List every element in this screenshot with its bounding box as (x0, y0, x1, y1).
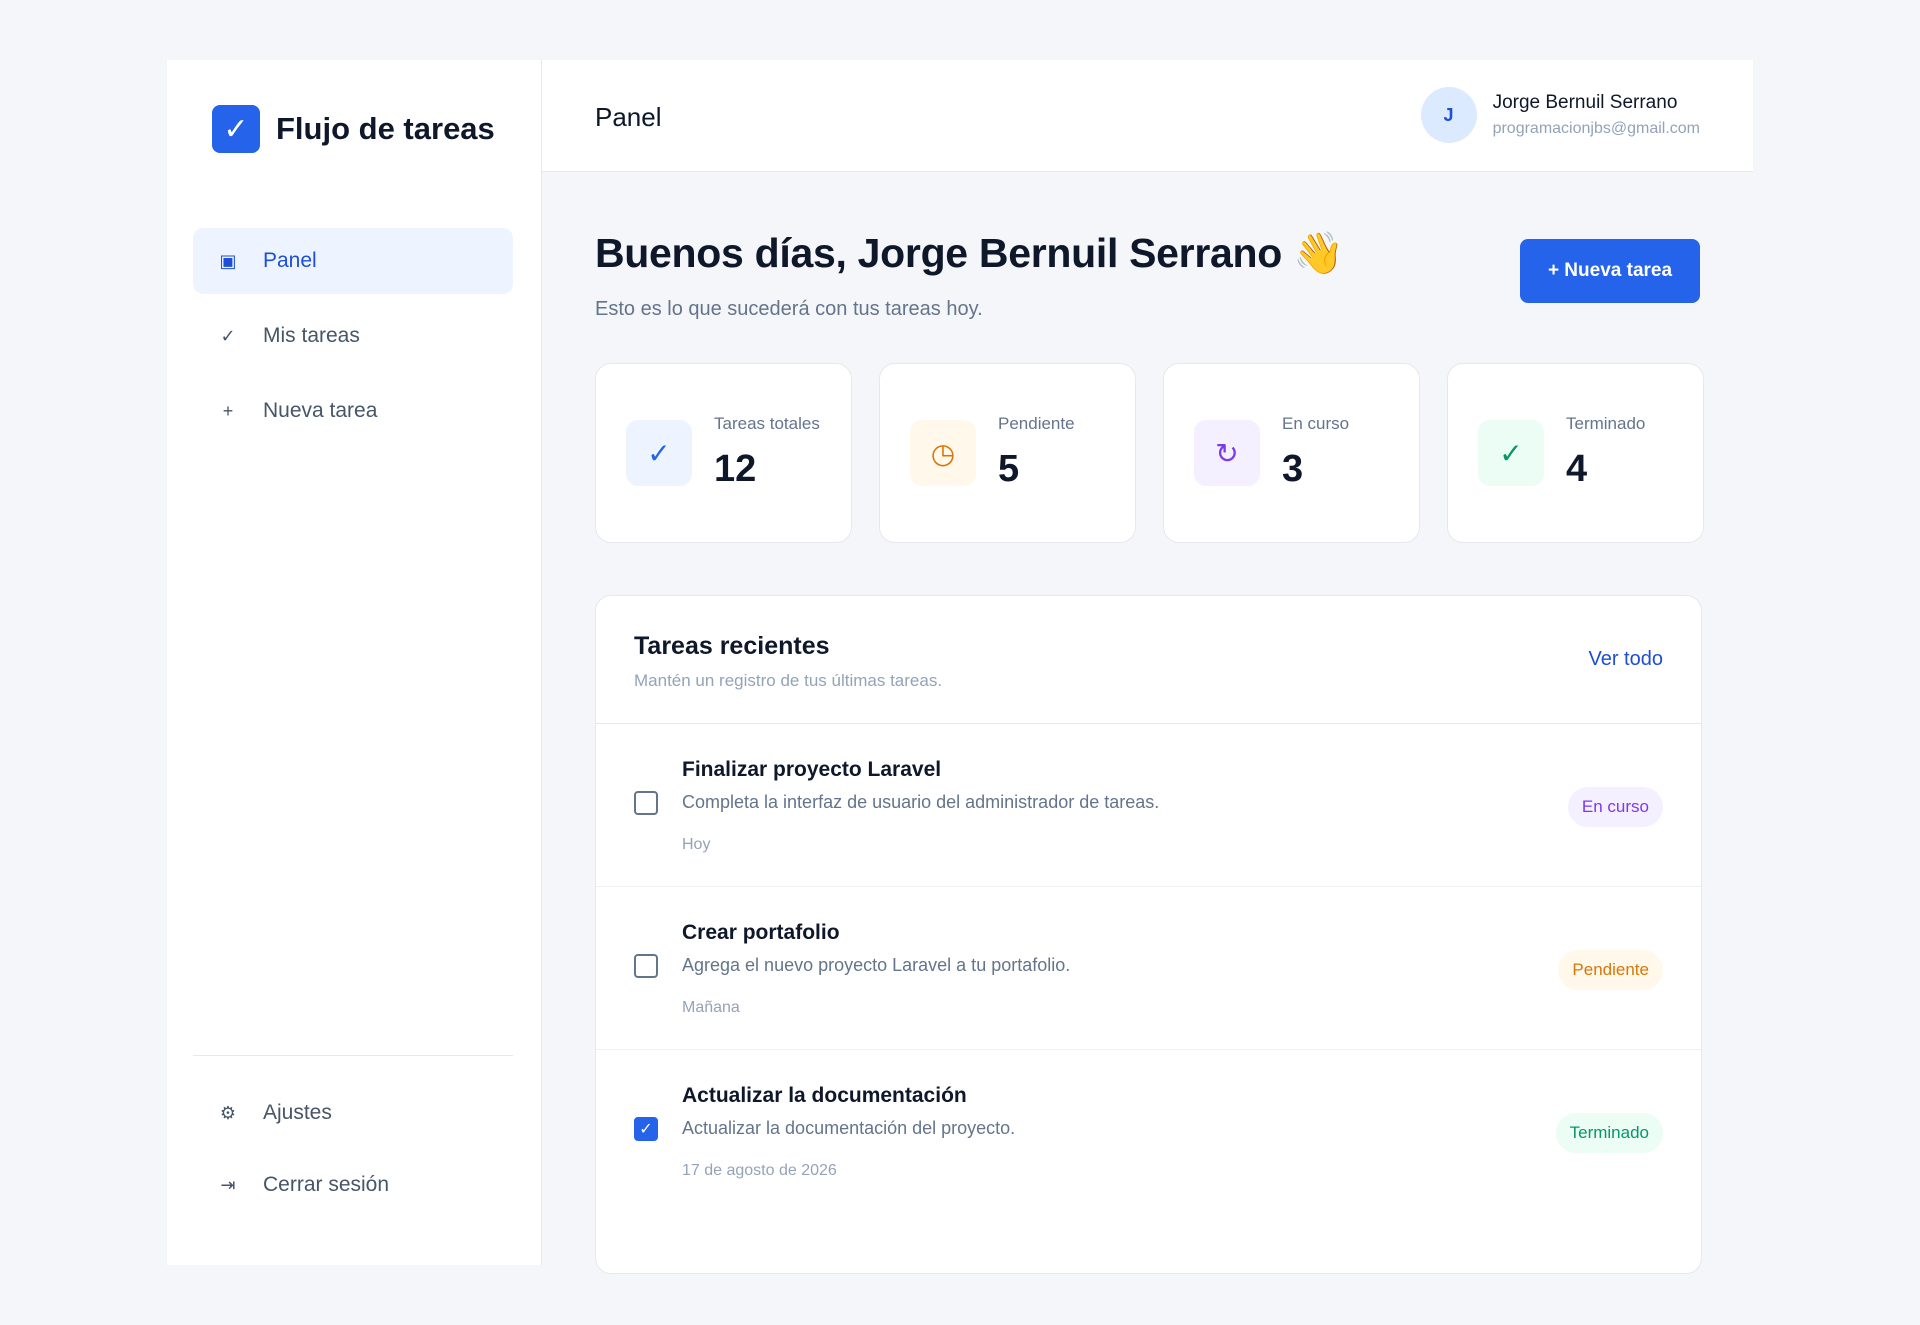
recent-tasks-header: Tareas recientes Mantén un registro de t… (596, 596, 1701, 724)
status-badge: En curso (1567, 787, 1663, 827)
check-icon: ✓ (1478, 420, 1544, 486)
stat-label: Tareas totales (714, 414, 820, 433)
page-title: Panel (595, 102, 662, 132)
brand[interactable]: ✓ Flujo de tareas (212, 105, 495, 153)
task-description: Actualizar la documentación del proyecto… (682, 1118, 1016, 1138)
greeting-title: Buenos días, Jorge Bernuil Serrano 👋 (595, 230, 1344, 276)
sidebar-item-panel[interactable]: ▣ Panel (193, 228, 513, 294)
new-task-button[interactable]: + Nueva tarea (1520, 239, 1700, 303)
task-row: Finalizar proyecto Laravel Completa la i… (596, 724, 1701, 887)
sidebar-item-my-tasks[interactable]: ✓ Mis tareas (193, 303, 513, 369)
view-all-link[interactable]: Ver todo (1588, 648, 1663, 671)
recent-tasks-title: Tareas recientes (634, 632, 830, 660)
greeting: Buenos días, Jorge Bernuil Serrano 👋 Est… (595, 230, 1344, 321)
task-description: Agrega el nuevo proyecto Laravel a tu po… (682, 955, 1071, 975)
user-name: Jorge Bernuil Serrano (1492, 92, 1678, 113)
stat-card-pending: ◷ Pendiente 5 (879, 363, 1136, 543)
task-title[interactable]: Finalizar proyecto Laravel (682, 758, 941, 782)
brand-name: Flujo de tareas (276, 111, 495, 146)
sidebar: ✓ Flujo de tareas ▣ Panel ✓ Mis tareas +… (167, 60, 542, 1265)
topbar: Panel J Jorge Bernuil Serrano programaci… (542, 60, 1753, 172)
stat-label: Terminado (1566, 414, 1646, 433)
task-date: Mañana (682, 999, 740, 1016)
stat-card-in-progress: ↻ En curso 3 (1163, 363, 1420, 543)
greeting-subtitle: Esto es lo que sucederá con tus tareas h… (595, 298, 983, 320)
plus-icon: + (222, 400, 234, 421)
stat-value: 3 (1282, 448, 1304, 490)
sidebar-item-label: Ajustes (263, 1101, 332, 1124)
stat-value: 12 (714, 448, 757, 490)
task-date: 17 de agosto de 2026 (682, 1162, 837, 1179)
sidebar-item-settings[interactable]: ⚙ Ajustes (193, 1082, 513, 1144)
task-checkbox[interactable]: ✓ (634, 1117, 658, 1141)
task-title[interactable]: Actualizar la documentación (682, 1084, 967, 1108)
sidebar-item-new-task[interactable]: + Nueva tarea (193, 378, 513, 444)
stat-value: 5 (998, 448, 1020, 490)
task-checkbox[interactable] (634, 791, 658, 815)
stat-label: En curso (1282, 414, 1350, 433)
sidebar-item-label: Nueva tarea (263, 399, 378, 422)
user-menu[interactable]: J Jorge Bernuil Serrano programacionjbs@… (1420, 87, 1700, 143)
dashboard-icon: ▣ (219, 250, 237, 271)
stat-card-total: ✓ Tareas totales 12 (595, 363, 852, 543)
sidebar-item-logout[interactable]: ⇥ Cerrar sesión (193, 1154, 513, 1216)
stats-row: ✓ Tareas totales 12 ◷ Pendiente 5 ↻ En c… (595, 363, 1704, 543)
task-date: Hoy (682, 836, 711, 853)
check-icon: ✓ (626, 420, 692, 486)
user-email: programacionjbs@gmail.com (1492, 120, 1700, 137)
main-content: Panel J Jorge Bernuil Serrano programaci… (542, 60, 1753, 1274)
sidebar-item-label: Mis tareas (263, 324, 360, 347)
sidebar-item-label: Panel (263, 249, 317, 272)
check-icon: ✓ (212, 105, 260, 153)
stat-label: Pendiente (998, 414, 1075, 433)
avatar[interactable]: J (1420, 87, 1477, 143)
sidebar-item-label: Cerrar sesión (263, 1173, 390, 1196)
status-badge: Terminado (1555, 1113, 1663, 1153)
status-badge: Pendiente (1558, 950, 1663, 990)
logout-icon: ⇥ (220, 1174, 236, 1195)
task-title[interactable]: Crear portafolio (682, 921, 840, 945)
sidebar-bottom: ⚙ Ajustes ⇥ Cerrar sesión (193, 1055, 513, 1226)
app-window: ✓ Flujo de tareas ▣ Panel ✓ Mis tareas +… (167, 60, 1753, 1274)
stat-value: 4 (1566, 448, 1588, 490)
check-icon: ✓ (220, 325, 236, 346)
sidebar-nav: ▣ Panel ✓ Mis tareas + Nueva tarea (193, 228, 513, 453)
recent-tasks-subtitle: Mantén un registro de tus últimas tareas… (634, 671, 943, 690)
task-description: Completa la interfaz de usuario del admi… (682, 792, 1160, 812)
task-row: Crear portafolio Agrega el nuevo proyect… (596, 887, 1701, 1050)
gear-icon: ⚙ (219, 1102, 237, 1123)
clock-icon: ◷ (910, 420, 976, 486)
task-checkbox[interactable] (634, 954, 658, 978)
task-row: ✓ Actualizar la documentación Actualizar… (596, 1050, 1701, 1213)
refresh-icon: ↻ (1194, 420, 1260, 486)
stat-card-done: ✓ Terminado 4 (1447, 363, 1704, 543)
recent-tasks-panel: Tareas recientes Mantén un registro de t… (595, 595, 1702, 1274)
